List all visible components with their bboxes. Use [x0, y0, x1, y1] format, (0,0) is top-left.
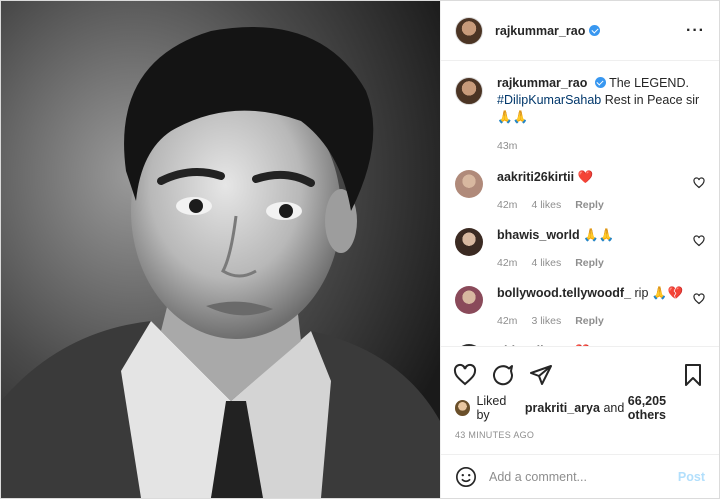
- reply-button[interactable]: Reply: [575, 257, 604, 269]
- comment-body: bollywood.tellywoodf_ rip 🙏💔 42m 3 likes…: [497, 285, 693, 327]
- liker-avatar[interactable]: [455, 400, 471, 416]
- post-button[interactable]: Post: [678, 470, 705, 484]
- comment-meta: 42m 4 likes Reply: [497, 199, 693, 211]
- comments-list[interactable]: rajkummar_rao The LEGEND. #DilipKumarSah…: [441, 61, 719, 346]
- comment-row: aakriti26kirtii ❤️ 42m 4 likes Reply: [455, 169, 705, 213]
- caption-age[interactable]: 43m: [497, 138, 699, 155]
- comment-icon[interactable]: [491, 363, 515, 387]
- comment-like-icon[interactable]: [693, 293, 705, 305]
- comment-age[interactable]: 42m: [497, 257, 517, 269]
- commenter-avatar[interactable]: [455, 170, 483, 198]
- comment-text-line: bhawis_world 🙏🙏: [497, 227, 693, 243]
- commenter-avatar[interactable]: [455, 228, 483, 256]
- caption-hashtag[interactable]: #DilipKumarSahab: [497, 93, 601, 107]
- post-dialog: rajkummar_rao ··· rajkummar_rao The LEGE…: [0, 0, 720, 499]
- comment-age[interactable]: 42m: [497, 315, 517, 327]
- caption: rajkummar_rao The LEGEND. #DilipKumarSah…: [455, 75, 705, 155]
- comment-like-icon[interactable]: [693, 235, 705, 247]
- comment-like-icon[interactable]: [693, 177, 705, 189]
- post-image[interactable]: [1, 1, 440, 498]
- likes-count[interactable]: 66,205 others: [628, 394, 705, 422]
- commenter-username[interactable]: aakriti26kirtii: [497, 170, 574, 184]
- share-icon[interactable]: [529, 363, 553, 387]
- likes-prefix: Liked by: [476, 394, 507, 422]
- comment-likes[interactable]: 4 likes: [531, 257, 561, 269]
- reply-button[interactable]: Reply: [575, 315, 604, 327]
- author-avatar[interactable]: [455, 16, 483, 45]
- commenter-username[interactable]: bollywood.tellywoodf_: [497, 286, 631, 300]
- caption-emoji: 🙏🙏: [497, 110, 529, 124]
- author-username[interactable]: rajkummar_rao: [495, 24, 585, 38]
- comment-likes[interactable]: 3 likes: [531, 315, 561, 327]
- post-header: rajkummar_rao ···: [441, 1, 719, 61]
- more-options-icon[interactable]: ···: [686, 22, 705, 40]
- emoji-icon[interactable]: [455, 466, 477, 488]
- likes-middle: and: [603, 401, 625, 415]
- comment-row: bollywood.tellywoodf_ rip 🙏💔 42m 3 likes…: [455, 285, 705, 329]
- caption-avatar[interactable]: [455, 77, 483, 105]
- comment-input[interactable]: [489, 469, 678, 484]
- comment-body: aakriti26kirtii ❤️ 42m 4 likes Reply: [497, 169, 693, 211]
- liker-username[interactable]: prakriti_arya: [525, 401, 600, 415]
- save-icon[interactable]: [681, 363, 705, 387]
- commenter-username[interactable]: bhawis_world: [497, 228, 580, 242]
- comment-age[interactable]: 42m: [497, 199, 517, 211]
- comment-text-line: aakriti26kirtii ❤️: [497, 169, 693, 185]
- caption-text: The LEGEND.: [609, 76, 689, 90]
- caption-body: rajkummar_rao The LEGEND. #DilipKumarSah…: [497, 75, 699, 155]
- caption-tail: Rest in Peace sir: [604, 93, 700, 107]
- post-side-panel: rajkummar_rao ··· rajkummar_rao The LEGE…: [440, 1, 719, 498]
- comment-row: bhawis_world 🙏🙏 42m 4 likes Reply: [455, 227, 705, 271]
- comment-text: ❤️: [577, 170, 594, 184]
- caption-username[interactable]: rajkummar_rao: [497, 76, 587, 90]
- post-timestamp[interactable]: 43 MINUTES AGO: [441, 422, 719, 440]
- verified-icon: [594, 77, 606, 88]
- comment-meta: 42m 3 likes Reply: [497, 315, 693, 327]
- likes-summary: Liked by prakriti_arya and 66,205 others: [441, 394, 719, 422]
- reply-button[interactable]: Reply: [575, 199, 604, 211]
- comment-likes[interactable]: 4 likes: [531, 199, 561, 211]
- comment-text-line: bollywood.tellywoodf_ rip 🙏💔: [497, 285, 693, 301]
- comment-text: 🙏🙏: [583, 228, 615, 242]
- heart-icon[interactable]: [453, 363, 477, 387]
- comment-body: bhawis_world 🙏🙏 42m 4 likes Reply: [497, 227, 693, 269]
- portrait-photo: [1, 1, 440, 498]
- comment-meta: 42m 4 likes Reply: [497, 257, 693, 269]
- action-bar: [441, 346, 719, 394]
- comment-text: rip 🙏💔: [634, 286, 684, 300]
- commenter-avatar[interactable]: [455, 286, 483, 314]
- add-comment-bar: Post: [441, 454, 719, 498]
- verified-icon: [589, 25, 601, 36]
